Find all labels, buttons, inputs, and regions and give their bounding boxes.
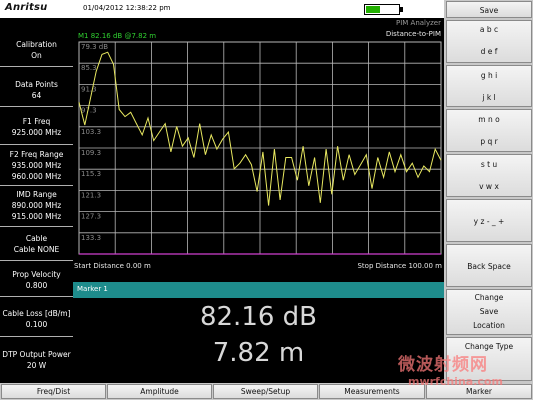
mode-title: PIM Analyzer xyxy=(395,19,441,27)
yz-symbols-key[interactable]: y z - _ + xyxy=(446,199,532,242)
soft-key-label: j k l xyxy=(482,93,496,102)
divider xyxy=(0,106,73,107)
data-points-item: Data Points 64 xyxy=(0,79,73,101)
cable-item: Cable Cable NONE xyxy=(0,233,73,255)
distance-to-pim-chart: 79.3 dB85.391.397.3103.3109.3115.3121.31… xyxy=(78,41,442,255)
cable-value: Cable NONE xyxy=(13,245,60,254)
backspace-button[interactable]: Back Space xyxy=(446,244,532,287)
soft-key-label: Change xyxy=(474,293,504,302)
calibration-value: On xyxy=(31,51,42,60)
divider xyxy=(0,66,73,67)
divider xyxy=(0,226,73,227)
soft-key-label: Save xyxy=(479,307,499,316)
cable-label: Cable xyxy=(25,234,48,243)
soft-key-label: v w x xyxy=(479,182,499,191)
battery-tip xyxy=(400,7,403,12)
start-distance: Start Distance 0.00 m xyxy=(74,262,151,270)
data-points-label: Data Points xyxy=(15,80,58,89)
watermark-text: 微波射频网 xyxy=(398,355,488,375)
calibration-label: Calibration xyxy=(16,40,57,49)
marker-readout: M1 82.16 dB @7.82 m xyxy=(78,32,157,40)
prop-velocity-label: Prop Velocity xyxy=(12,270,61,279)
imd-range-stop: 915.000 MHz xyxy=(11,212,62,221)
soft-key-label: Save xyxy=(479,6,499,15)
marker-amplitude: 82.16 dB xyxy=(199,302,318,332)
soft-key-label: Back Space xyxy=(467,262,511,271)
f2-freq-range-label: F2 Freq Range xyxy=(9,150,64,159)
imd-range-item: IMD Range 890.000 MHz 915.000 MHz xyxy=(0,189,73,222)
f2-freq-range-item: F2 Freq Range 935.000 MHz 960.000 MHz xyxy=(0,149,73,182)
ghi-jkl-key[interactable]: g h i j k l xyxy=(446,65,532,107)
dtp-output-power-label: DTP Output Power xyxy=(2,350,71,359)
watermark-url: mwrfchina.com xyxy=(408,375,503,388)
soft-key-label: d e f xyxy=(480,47,498,56)
y-tick-label: 121.3 xyxy=(81,191,101,199)
data-points-value: 64 xyxy=(31,91,42,100)
y-tick-label: 127.3 xyxy=(81,213,101,221)
sweep-setup-menu[interactable]: Sweep/Setup xyxy=(213,384,318,399)
stop-distance: Stop Distance 100.00 m xyxy=(357,262,442,270)
settings-panel: Calibration On Data Points 64 F1 Freq 92… xyxy=(0,18,73,383)
soft-key-label: s t u xyxy=(480,160,498,169)
abc-def-key[interactable]: a b c d e f xyxy=(446,20,532,63)
y-tick-label: 109.3 xyxy=(81,149,101,157)
prop-velocity-value: 0.800 xyxy=(25,281,48,290)
cable-loss-label: Cable Loss [dB/m] xyxy=(2,309,71,318)
prop-velocity-item: Prop Velocity 0.800 xyxy=(0,269,73,291)
soft-key-label: Location xyxy=(473,321,505,330)
battery-icon xyxy=(364,4,400,15)
divider xyxy=(0,336,73,337)
marker-table-title: Marker 1 xyxy=(77,285,108,293)
soft-key-panel: Save a b c d e f g h i j k l m n o p q r… xyxy=(444,0,533,383)
dtp-output-power-value: 20 W xyxy=(26,361,47,370)
cable-loss-item: Cable Loss [dB/m] 0.100 xyxy=(0,308,73,330)
f2-freq-range-stop: 960.000 MHz xyxy=(11,172,62,181)
datetime: 01/04/2012 12:38:22 pm xyxy=(83,4,171,12)
calibration-item: Calibration On xyxy=(0,39,73,61)
stu-vwx-key[interactable]: s t u v w x xyxy=(446,154,532,197)
dtp-output-power-item: DTP Output Power 20 W xyxy=(0,349,73,371)
y-tick-label: 85.3 xyxy=(81,64,97,72)
y-tick-label: 133.3 xyxy=(81,234,101,242)
mno-pqr-key[interactable]: m n o p q r xyxy=(446,109,532,152)
change-save-location-button[interactable]: Change Save Location xyxy=(446,289,532,335)
status-bar: Anritsu 01/04/2012 12:38:22 pm xyxy=(0,0,444,18)
soft-key-label: p q r xyxy=(480,137,498,146)
divider xyxy=(0,260,73,261)
soft-key-label: a b c xyxy=(479,25,499,34)
divider xyxy=(0,144,73,145)
imd-range-label: IMD Range xyxy=(16,190,57,199)
y-tick-label: 79.3 dB xyxy=(81,43,108,51)
soft-key-label: m n o xyxy=(478,115,500,124)
f1-freq-item: F1 Freq 925.000 MHz xyxy=(0,116,73,138)
imd-range-start: 890.000 MHz xyxy=(11,201,62,210)
f2-freq-range-start: 935.000 MHz xyxy=(11,161,62,170)
marker-table-header: Marker 1 xyxy=(73,282,444,298)
freq-dist-menu[interactable]: Freq/Dist xyxy=(1,384,106,399)
divider xyxy=(0,185,73,186)
amplitude-menu[interactable]: Amplitude xyxy=(107,384,212,399)
divider xyxy=(0,296,73,297)
y-tick-label: 91.3 xyxy=(81,85,97,93)
y-tick-label: 115.3 xyxy=(81,170,101,178)
save-button[interactable]: Save xyxy=(446,1,532,18)
f1-freq-label: F1 Freq xyxy=(22,117,51,126)
brand-logo: Anritsu xyxy=(5,2,48,13)
f1-freq-value: 925.000 MHz xyxy=(11,128,62,137)
soft-key-label: y z - _ + xyxy=(473,217,505,226)
cable-loss-value: 0.100 xyxy=(25,320,48,329)
battery-level xyxy=(366,6,380,13)
soft-key-label: g h i xyxy=(480,71,498,80)
plot-area: 79.3 dB 85.3 91.3 97.3 103.3 109.3 115.3 121.3 1… xyxy=(73,18,444,282)
y-tick-label: 103.3 xyxy=(81,128,101,136)
watermark: 微波射频网 mwrfchina.com xyxy=(380,350,530,398)
